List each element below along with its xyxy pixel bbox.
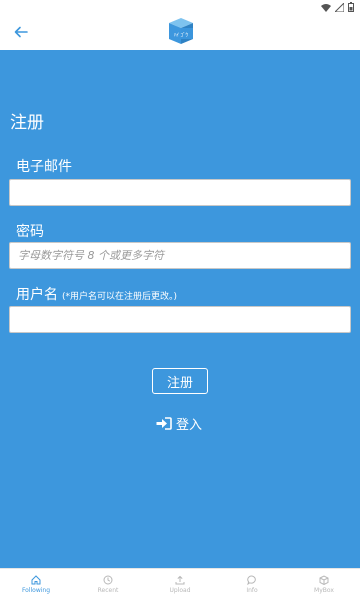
status-icons bbox=[321, 1, 354, 13]
nav-upload[interactable]: Upload bbox=[144, 569, 216, 600]
bottom-nav: Following Recent Upload Info MyBox bbox=[0, 568, 360, 600]
login-label: 登入 bbox=[176, 417, 203, 433]
username-label-row: 用户名 (*用户名可以在注册后更改。) bbox=[16, 284, 177, 304]
nav-following[interactable]: Following bbox=[0, 569, 72, 600]
username-hint: (*用户名可以在注册后更改。) bbox=[62, 292, 178, 302]
nav-label-mybox: MyBox bbox=[314, 587, 334, 594]
upload-icon bbox=[175, 575, 185, 585]
nav-label-following: Following bbox=[21, 587, 51, 594]
login-link[interactable]: 登入 bbox=[156, 413, 202, 433]
box-icon bbox=[319, 575, 329, 585]
email-field[interactable] bbox=[9, 179, 351, 206]
app-logo: ﾊｲ ｺﾞｳ bbox=[169, 18, 193, 44]
clock-icon bbox=[103, 575, 113, 585]
email-label: 电子邮件 bbox=[16, 159, 72, 175]
sign-in-icon bbox=[156, 416, 172, 430]
nav-mybox[interactable]: MyBox bbox=[288, 569, 360, 600]
back-button[interactable] bbox=[10, 22, 32, 42]
register-button[interactable]: 注册 bbox=[152, 368, 208, 394]
arrow-left-icon bbox=[14, 26, 28, 38]
battery-icon bbox=[348, 2, 354, 12]
page-title: 注册 bbox=[10, 113, 44, 133]
status-bar bbox=[0, 0, 360, 14]
password-label: 密码 bbox=[16, 224, 44, 240]
password-field[interactable] bbox=[9, 242, 351, 269]
username-field[interactable] bbox=[9, 306, 351, 333]
wifi-icon bbox=[321, 3, 331, 12]
chat-icon bbox=[247, 575, 256, 585]
nav-label-info: Info bbox=[246, 587, 258, 594]
signal-icon bbox=[335, 2, 344, 12]
nav-recent[interactable]: Recent bbox=[72, 569, 144, 600]
username-label: 用户名 bbox=[16, 287, 58, 303]
logo-text: ﾊｲ ｺﾞｳ bbox=[174, 32, 189, 39]
nav-label-recent: Recent bbox=[97, 587, 119, 594]
nav-info[interactable]: Info bbox=[216, 569, 288, 600]
nav-label-upload: Upload bbox=[169, 587, 191, 594]
home-icon bbox=[31, 575, 41, 585]
app-bar: ﾊｲ ｺﾞｳ bbox=[0, 14, 360, 50]
